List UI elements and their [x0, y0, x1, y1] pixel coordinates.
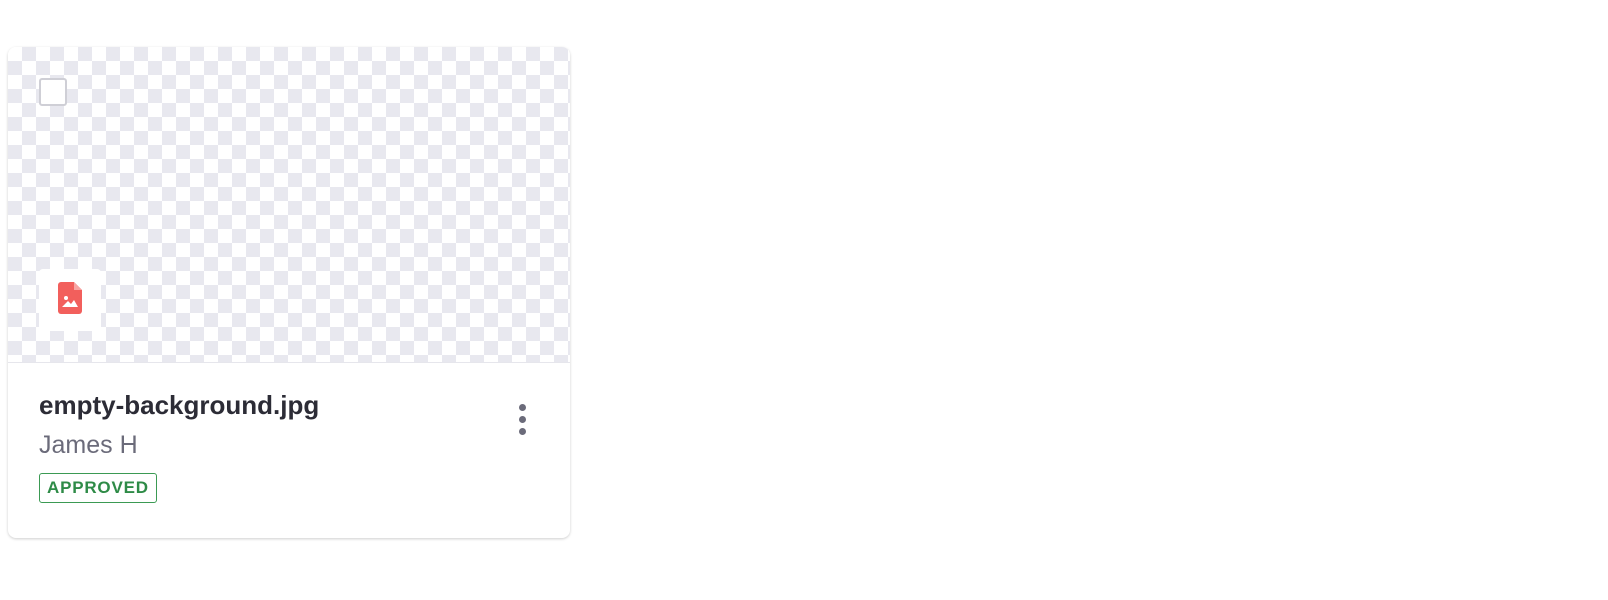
author-name: James H [39, 431, 138, 459]
more-options-button[interactable] [508, 397, 536, 441]
card-info: empty-background.jpg James H APPROVED [39, 387, 539, 503]
asset-card[interactable]: empty-background.jpg James H APPROVED [8, 47, 570, 538]
more-vertical-icon [518, 403, 526, 435]
status-badge: APPROVED [39, 473, 157, 503]
image-preview[interactable] [8, 47, 570, 363]
file-name[interactable]: empty-background.jpg [39, 387, 539, 423]
select-checkbox[interactable] [39, 78, 67, 106]
image-file-icon [58, 281, 82, 319]
file-type-badge [39, 269, 101, 331]
